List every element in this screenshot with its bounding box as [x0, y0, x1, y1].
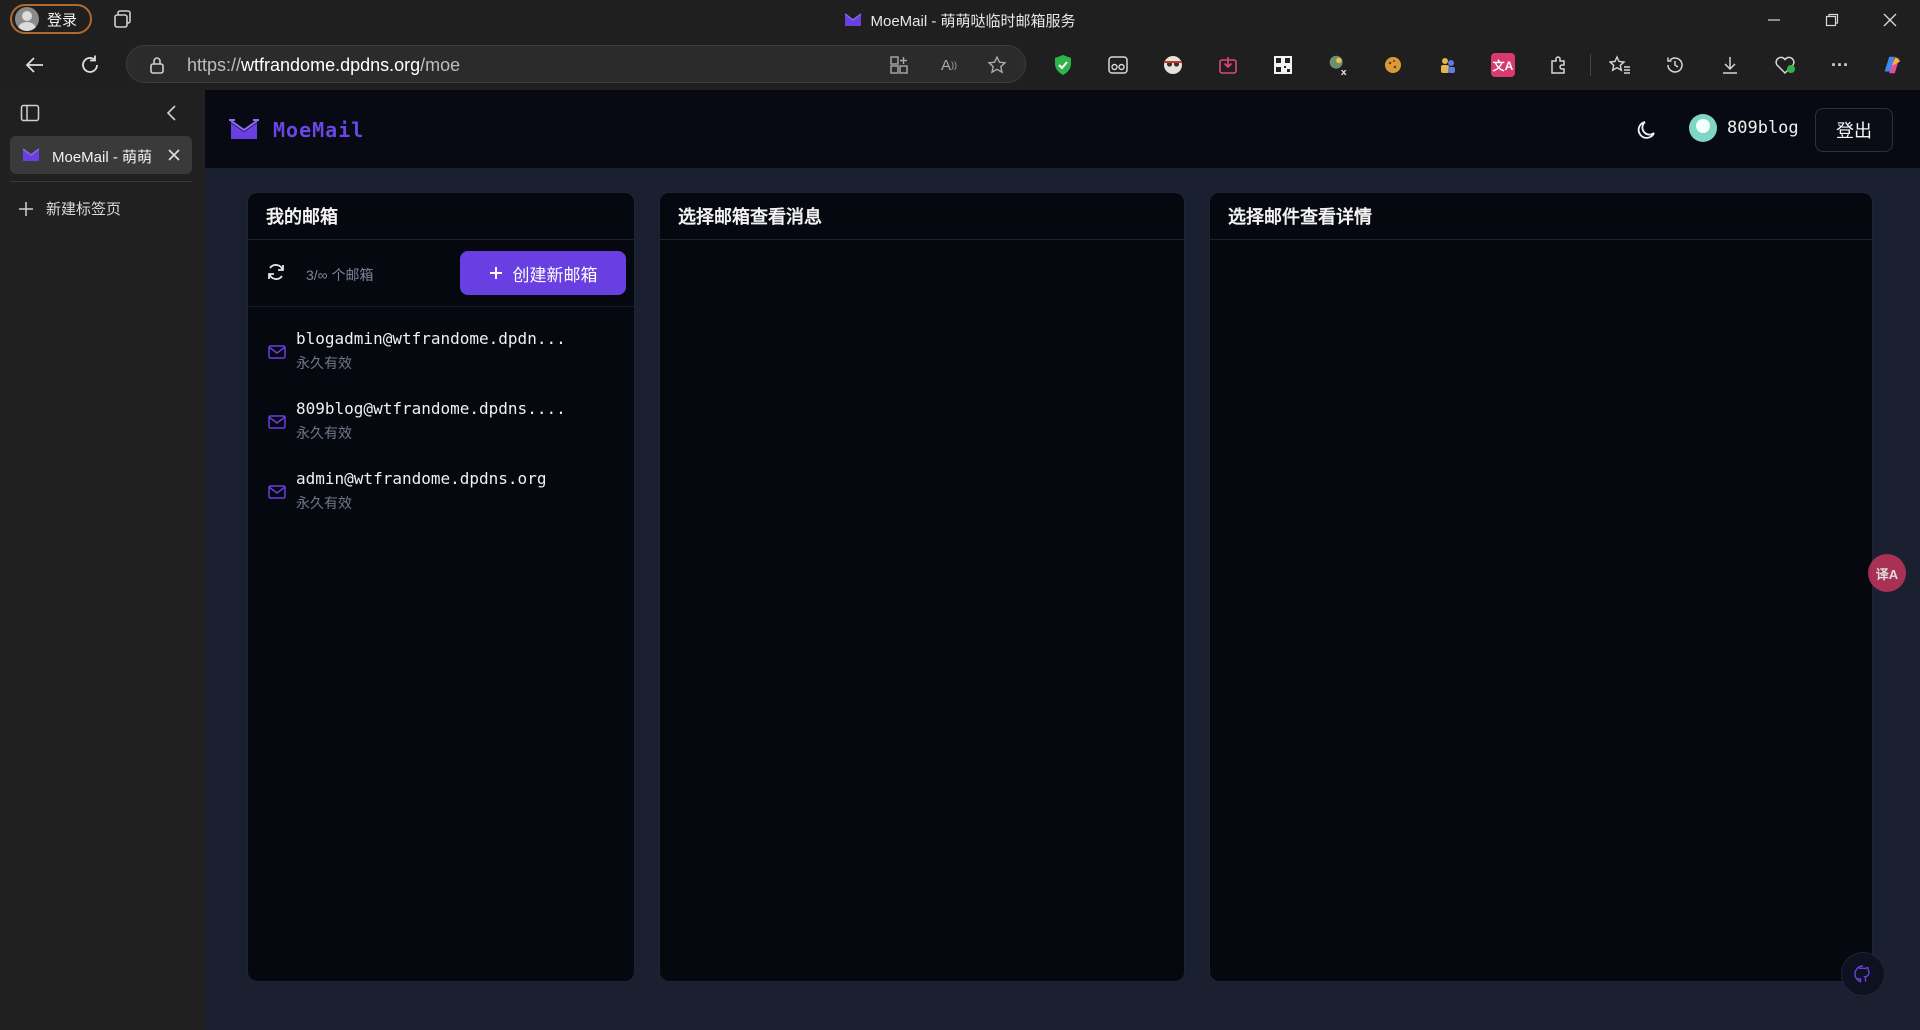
user-name: 809blog [1727, 118, 1799, 138]
cookie-extension-icon[interactable] [1381, 53, 1405, 77]
close-window-button[interactable] [1861, 0, 1919, 40]
user-menu[interactable]: 809blog [1689, 114, 1799, 142]
history-icon[interactable] [1663, 53, 1687, 77]
user-avatar [1689, 114, 1717, 142]
address-bar[interactable]: https://wtfrandome.dpdns.org/moe A)) [126, 45, 1026, 83]
refresh-page-button[interactable] [75, 50, 105, 80]
mail-icon [268, 415, 286, 429]
mailbox-expiry: 永久有效 [296, 355, 352, 371]
logo-text: MoeMail [273, 118, 365, 142]
mailbox-item[interactable]: blogadmin@wtfrandome.dpdn... 永久有效 [248, 315, 634, 385]
read-aloud-icon[interactable]: A)) [937, 54, 961, 76]
tab-actions-icon[interactable] [20, 104, 40, 127]
svg-text:x: x [1341, 67, 1347, 78]
logout-button[interactable]: 登出 [1815, 108, 1893, 152]
app-header: MoeMail 809blog 登出 [205, 90, 1920, 169]
moemail-favicon-icon [845, 13, 862, 26]
app-available-icon[interactable] [887, 54, 911, 76]
extensions-puzzle-icon[interactable] [1546, 53, 1570, 77]
message-detail-panel-title: 选择邮件查看详情 [1210, 193, 1872, 240]
tab-title: MoeMail - 萌萌 [52, 149, 153, 166]
moemail-logo[interactable]: MoeMail [229, 118, 364, 142]
url-text[interactable]: https://wtfrandome.dpdns.org/moe [187, 55, 460, 76]
favorites-icon[interactable] [1608, 53, 1632, 77]
browser-essentials-icon[interactable] [1773, 53, 1797, 77]
github-icon[interactable] [1841, 952, 1885, 996]
more-menu-icon[interactable]: ··· [1828, 53, 1852, 77]
close-tab-icon[interactable] [167, 148, 181, 162]
plus-icon [19, 201, 33, 216]
tampermonkey-extension-icon[interactable] [1161, 53, 1185, 77]
restore-button[interactable] [1803, 0, 1861, 40]
mailbox-toolbar: 3/∞ 个邮箱 创建新邮箱 [248, 240, 634, 307]
mailbox-address: blogadmin@wtfrandome.dpdn... [296, 329, 566, 348]
new-tab-button[interactable]: 新建标签页 [18, 198, 121, 219]
mail-icon [268, 345, 286, 359]
envelope-logo-icon [229, 119, 259, 139]
translate-extension-icon[interactable]: 文A [1491, 53, 1515, 77]
mailbox-address: admin@wtfrandome.dpdns.org [296, 469, 547, 488]
page-viewport: MoeMail 809blog 登出 我的邮箱 3/∞ 个邮箱 创建新邮箱 bl… [205, 90, 1920, 1030]
back-button[interactable] [20, 50, 50, 80]
mailbox-quota: 3/∞ 个邮箱 [306, 267, 374, 283]
mailbox-item[interactable]: 809blog@wtfrandome.dpdns.... 永久有效 [248, 385, 634, 455]
mailbox-list: blogadmin@wtfrandome.dpdn... 永久有效 809blo… [248, 307, 634, 525]
refresh-mailboxes-icon[interactable] [266, 262, 286, 287]
download-box-extension-icon[interactable] [1216, 53, 1240, 77]
minimize-button[interactable] [1745, 0, 1803, 40]
window-title: MoeMail - 萌萌哒临时邮箱服务 [0, 0, 1920, 40]
lock-icon[interactable] [149, 56, 165, 74]
vertical-tabs-sidebar: MoeMail - 萌萌 新建标签页 [0, 90, 205, 1030]
navigation-bar: https://wtfrandome.dpdns.org/moe A)) x 文… [0, 40, 1920, 90]
toolbar-divider [1590, 54, 1591, 76]
moemail-tab-favicon-icon [22, 148, 40, 161]
mailbox-expiry: 永久有效 [296, 425, 352, 441]
tab-moemail[interactable]: MoeMail - 萌萌 [10, 136, 192, 174]
messages-panel-title: 选择邮箱查看消息 [660, 193, 1184, 240]
title-bar: 登录 MoeMail - 萌萌哒临时邮箱服务 [0, 0, 1920, 40]
new-tab-label: 新建标签页 [46, 201, 122, 218]
shield-extension-icon[interactable] [1051, 53, 1075, 77]
mailbox-address: 809blog@wtfrandome.dpdns.... [296, 399, 566, 418]
create-mailbox-label: 创建新邮箱 [512, 265, 598, 285]
globe-extension-icon[interactable]: x [1326, 53, 1350, 78]
floating-translate-icon[interactable]: 译A [1868, 554, 1906, 592]
puzzle-people-extension-icon[interactable] [1436, 53, 1460, 77]
create-mailbox-button[interactable]: 创建新邮箱 [460, 251, 626, 295]
collapse-sidebar-icon[interactable] [165, 104, 179, 127]
mailboxes-panel-title: 我的邮箱 [248, 193, 634, 240]
downloads-icon[interactable] [1718, 53, 1742, 77]
theme-toggle-moon-icon[interactable] [1635, 118, 1659, 147]
mail-icon [268, 485, 286, 499]
reader-extension-icon[interactable] [1106, 53, 1130, 77]
qr-code-extension-icon[interactable] [1271, 53, 1295, 77]
favorite-star-icon[interactable] [985, 54, 1009, 76]
message-detail-panel: 选择邮件查看详情 [1209, 192, 1873, 982]
mailboxes-panel: 我的邮箱 3/∞ 个邮箱 创建新邮箱 blogadmin@wtfrandome.… [247, 192, 635, 982]
plus-icon [489, 267, 502, 279]
tab-divider [10, 181, 192, 182]
copilot-icon[interactable] [1880, 53, 1904, 77]
messages-panel: 选择邮箱查看消息 [659, 192, 1185, 982]
window-title-text: MoeMail - 萌萌哒临时邮箱服务 [870, 12, 1076, 30]
mailbox-item[interactable]: admin@wtfrandome.dpdns.org 永久有效 [248, 455, 634, 525]
mailbox-expiry: 永久有效 [296, 495, 352, 511]
